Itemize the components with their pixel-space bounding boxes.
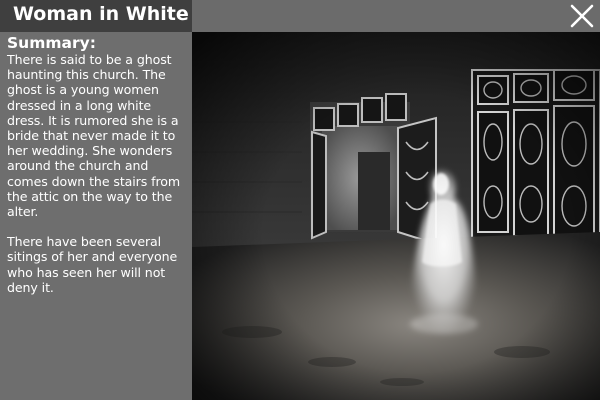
window-title: Woman in White	[0, 0, 192, 32]
ghost-photo	[192, 32, 600, 400]
title-bar: Woman in White	[0, 0, 600, 32]
summary-panel: Summary: There is said to be a ghost hau…	[0, 32, 192, 400]
close-icon	[570, 4, 594, 28]
summary-heading: Summary:	[7, 34, 96, 52]
summary-paragraph: There have been several sitings of her a…	[7, 234, 178, 295]
summary-paragraph: There is said to be a ghost haunting thi…	[7, 52, 181, 220]
close-button[interactable]	[568, 2, 596, 30]
